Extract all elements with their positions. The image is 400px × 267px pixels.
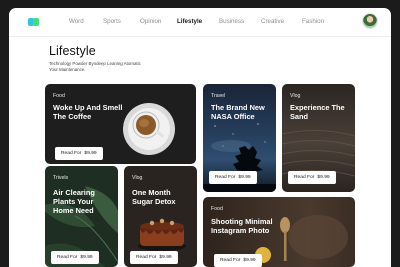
avatar[interactable]: [363, 14, 377, 28]
article-card-plants[interactable]: Trivels Air Clearing Plants Your Home Ne…: [45, 166, 118, 267]
read-label: Read For: [220, 258, 241, 263]
read-label: Read For: [61, 151, 82, 156]
article-card-coffee[interactable]: Food Woke Up And Smell The Coffee Read F…: [45, 84, 196, 164]
card-title: Shooting Minimal Instagram Photo: [211, 217, 273, 235]
read-label: Read For: [294, 175, 315, 180]
price: $9.99: [238, 175, 251, 180]
article-card-sand[interactable]: Vlog Experience The Sand Read For $9.99: [282, 84, 355, 192]
price: $9.99: [317, 175, 330, 180]
card-tag: Trivels: [53, 175, 69, 181]
card-title: The Brand New NASA Office: [211, 103, 265, 121]
nav-item-lifestyle[interactable]: Lifestyle: [177, 18, 202, 25]
card-title: Air Clearing Plants Your Home Need: [53, 188, 95, 215]
card-tag: Travel: [211, 93, 226, 99]
read-for-button[interactable]: Read For $9.99: [130, 251, 178, 264]
card-tag: Vlog: [290, 93, 301, 99]
page-subtitle: Technology Powder Byndeep Leaning Atomat…: [49, 61, 141, 72]
main-nav: Word Sports Opinion Lifestyle Business C…: [9, 8, 391, 36]
nav-item-creative[interactable]: Creative: [261, 18, 284, 25]
nav-item-opinion[interactable]: Opinion: [140, 18, 161, 25]
nav-item-business[interactable]: Business: [219, 18, 244, 25]
read-label: Read For: [57, 255, 78, 260]
read-for-button[interactable]: Read For $9.99: [55, 147, 103, 160]
header-divider: [9, 36, 391, 37]
card-title: Woke Up And Smell The Coffee: [53, 103, 123, 121]
card-title: Experience The Sand: [290, 103, 345, 121]
browser-window: Word Sports Opinion Lifestyle Business C…: [9, 8, 391, 267]
read-for-button[interactable]: Read For $9.99: [51, 251, 99, 264]
page-title: Lifestyle: [49, 44, 96, 58]
article-card-instagram[interactable]: Food Shooting Minimal Instagram Photo Re…: [203, 197, 355, 267]
price: $9.99: [84, 151, 97, 156]
price: $9.99: [80, 255, 93, 260]
nav-item-sports[interactable]: Sports: [103, 18, 121, 25]
read-for-button[interactable]: Read For $9.99: [214, 254, 262, 267]
nav-item-fashion[interactable]: Fashion: [302, 18, 324, 25]
card-title: One Month Sugar Detox: [132, 188, 176, 206]
read-for-button[interactable]: Read For $9.99: [288, 171, 336, 184]
price: $9.99: [243, 258, 256, 263]
card-tag: Vlog: [132, 175, 143, 181]
nav-item-word[interactable]: Word: [69, 18, 84, 25]
card-tag: Food: [53, 93, 65, 99]
read-label: Read For: [215, 175, 236, 180]
read-label: Read For: [136, 255, 157, 260]
price: $9.99: [159, 255, 172, 260]
top-navbar: Word Sports Opinion Lifestyle Business C…: [9, 8, 391, 36]
card-tag: Food: [211, 206, 223, 212]
read-for-button[interactable]: Read For $9.99: [209, 171, 257, 184]
article-card-sugar[interactable]: Vlog One Month Sugar Detox Read For $9.99: [124, 166, 197, 267]
article-card-nasa[interactable]: Travel The Brand New NASA Office Read Fo…: [203, 84, 276, 192]
